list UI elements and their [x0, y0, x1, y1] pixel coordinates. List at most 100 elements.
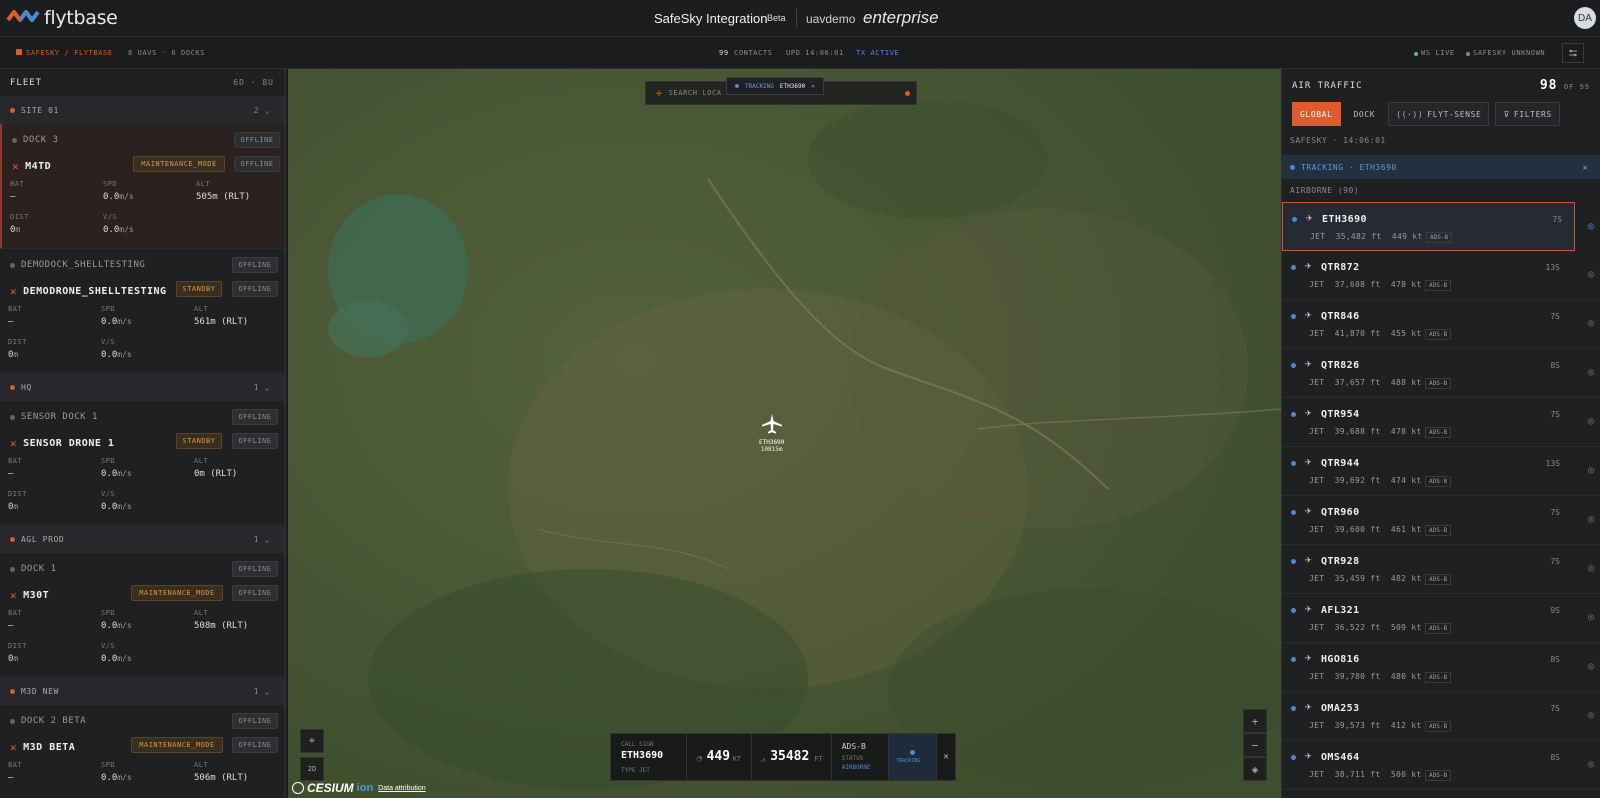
dock-card[interactable]: DOCK 2 BETA OFFLINE ✕ M3D BETA MAINTENANC… — [0, 705, 284, 798]
sliders-icon — [1569, 49, 1577, 57]
close-icon[interactable]: ✕ — [811, 83, 815, 90]
drone-name[interactable]: ✕ SENSOR DRONE 1 — [10, 437, 114, 450]
traffic-count: 98 OF 99 — [1539, 78, 1590, 93]
aircraft-row[interactable]: ✈ HGO816 8S JET 39,780 ft 480 kt ADS-B ◎ — [1282, 643, 1600, 692]
dock-card[interactable]: DEMODOCK_SHELLTESTING OFFLINE ✕ DEMODRONE… — [0, 249, 284, 374]
airplane-icon: ✈ — [1305, 308, 1312, 321]
aircraft-status-dot-icon — [1291, 363, 1296, 368]
site-group-header[interactable]: SITE 01 2 ⌄ — [0, 97, 284, 124]
locate-aircraft-icon[interactable]: ◎ — [1588, 318, 1594, 329]
site-group-header[interactable]: AGL PROD 1 ⌄ — [0, 526, 284, 553]
layers-button[interactable]: ◈ — [1243, 757, 1267, 781]
filters-button[interactable]: ⊽ FILTERS — [1495, 102, 1560, 126]
locate-aircraft-icon[interactable]: ◎ — [1588, 661, 1594, 672]
bat-label: BAT — [8, 457, 23, 465]
close-icon[interactable]: ✕ — [1583, 163, 1588, 172]
spd-value: 0.0m/s — [101, 773, 132, 783]
aircraft-row[interactable]: ✈ QTR826 8S JET 37,657 ft 488 kt ADS-B ◎ — [1282, 349, 1600, 398]
flytbase-logo[interactable]: flytbase — [6, 7, 118, 29]
tab-flyt-sense[interactable]: ((·)) FLYT-SENSE — [1388, 102, 1490, 126]
aircraft-row[interactable]: ✈ OMS464 8S JET 38,711 ft 500 kt ADS-B ◎ — [1282, 741, 1600, 790]
site-name: SITE 01 — [21, 105, 59, 115]
aircraft-details: JET 35,482 ft 449 kt — [1310, 232, 1423, 241]
aircraft-status-dot-icon — [1291, 510, 1296, 515]
dist-value: 0m — [8, 350, 19, 360]
locate-aircraft-icon[interactable]: ◎ — [1588, 563, 1594, 574]
dock-card[interactable]: DOCK 1 OFFLINE ✕ M30T MAINTENANCE_MODE OF… — [0, 553, 284, 678]
aircraft-row[interactable]: ✈ QTR846 7S JET 41,870 ft 455 kt ADS-B ◎ — [1282, 300, 1600, 349]
close-icon[interactable]: ✕ — [937, 734, 955, 780]
drone-status-badge: OFFLINE — [232, 433, 278, 449]
aircraft-marker[interactable]: ETH3690 10815m — [759, 413, 784, 453]
locate-aircraft-icon[interactable]: ◎ — [1588, 269, 1594, 280]
hud-tracking-button[interactable]: TRACKING — [889, 734, 938, 780]
aircraft-row[interactable]: ✈ QTR954 7S JET 39,688 ft 478 kt ADS-B ◎ — [1282, 398, 1600, 447]
alt-value: 561m (RLT) — [194, 317, 249, 327]
tracking-banner: TRACKING · ETH3690 ✕ — [1282, 155, 1600, 179]
locate-aircraft-icon[interactable]: ◎ — [1588, 221, 1594, 232]
site-group-header[interactable]: HQ 1 ⌄ — [0, 374, 284, 401]
tracking-hud: CALL SIGN ETH3690 TYPE JET ◔ 449 KT ⩘ 35… — [610, 733, 956, 781]
aircraft-callsign: OMA253 — [1321, 703, 1360, 714]
aircraft-row[interactable]: ✈ QTR944 13S JET 39,692 ft 474 kt ADS-B ◎ — [1282, 447, 1600, 496]
view-mode-button[interactable]: 2D — [300, 757, 324, 781]
dock-status-badge: OFFLINE — [232, 257, 278, 273]
tracking-chip[interactable]: TRACKING ETH3690 ✕ — [726, 77, 824, 95]
dock-status-dot-icon — [12, 137, 17, 143]
dock-card[interactable]: DOCK 3 OFFLINE ✕ M4TD MAINTENANCE_MODE OF… — [0, 124, 284, 249]
locate-aircraft-icon[interactable]: ◎ — [1588, 465, 1594, 476]
avatar[interactable]: DA — [1574, 7, 1596, 29]
dock-status-badge: OFFLINE — [232, 713, 278, 729]
locate-aircraft-icon[interactable]: ◎ — [1588, 367, 1594, 378]
drone-mode-badge: MAINTENANCE_MODE — [131, 737, 223, 753]
dock-card[interactable]: SENSOR DOCK 1 OFFLINE ✕ SENSOR DRONE 1 ST… — [0, 401, 284, 526]
aircraft-callsign: AFL321 — [1321, 605, 1360, 616]
map-view[interactable]: ✛ SEARCH LOCA TRACKING ETH3690 ✕ ETH3690… — [288, 69, 1281, 798]
alt-label: ALT — [194, 609, 209, 617]
zoom-out-button[interactable]: − — [1243, 733, 1267, 757]
vs-label: V/S — [101, 490, 116, 498]
zoom-in-button[interactable]: + — [1243, 709, 1267, 733]
recenter-button[interactable]: ⌖ — [300, 729, 324, 753]
spd-value: 0.0m/s — [101, 469, 132, 479]
aircraft-status-dot-icon — [1291, 461, 1296, 466]
aircraft-age: 8S — [1550, 753, 1560, 762]
data-attribution-link[interactable]: Data attribution — [378, 785, 425, 792]
drone-name[interactable]: ✕ DEMODRONE_SHELLTESTING — [10, 285, 167, 298]
tab-dock[interactable]: DOCK — [1347, 102, 1383, 126]
dist-label: DIST — [8, 490, 27, 498]
aircraft-details: JET 36,522 ft 509 kt — [1309, 623, 1422, 632]
locate-aircraft-icon[interactable]: ◎ — [1588, 514, 1594, 525]
dock-status-dot-icon — [10, 566, 15, 572]
airplane-icon: ✈ — [1305, 455, 1312, 468]
aircraft-row[interactable]: ✈ ETH3690 7S JET 35,482 ft 449 kt ADS-B ◎ — [1282, 202, 1594, 251]
drone-status-badge: OFFLINE — [232, 585, 278, 601]
hud-speed: ◔ 449 KT — [687, 734, 753, 780]
source-badge: ADS-B — [1425, 770, 1452, 781]
settings-button[interactable] — [1562, 43, 1584, 63]
drone-mode-badge: STANDBY — [176, 433, 222, 449]
locate-aircraft-icon[interactable]: ◎ — [1588, 612, 1594, 623]
aircraft-row[interactable]: ✈ QTR928 7S JET 35,459 ft 482 kt ADS-B ◎ — [1282, 545, 1600, 594]
hud-status: ADS-B STATUS AIRBORNE — [832, 734, 890, 780]
drone-icon: ✕ — [12, 160, 20, 173]
layers-icon: ◈ — [1251, 762, 1259, 776]
source-badge: ADS-B — [1425, 476, 1452, 487]
dock-name: DOCK 1 — [10, 564, 57, 574]
aircraft-row[interactable]: ✈ QTR960 7S JET 39,600 ft 461 kt ADS-B ◎ — [1282, 496, 1600, 545]
bat-value: — — [8, 621, 14, 631]
drone-name[interactable]: ✕ M30T — [10, 589, 49, 602]
site-group-header[interactable]: M3D NEW 1 ⌄ — [0, 678, 284, 705]
traffic-tabs: GLOBAL DOCK ((·)) FLYT-SENSE ⊽ FILTERS — [1282, 102, 1600, 126]
aircraft-age: 8S — [1550, 655, 1560, 664]
drone-name[interactable]: ✕ M3D BETA — [10, 741, 75, 754]
locate-aircraft-icon[interactable]: ◎ — [1588, 710, 1594, 721]
source-badge: ADS-B — [1425, 672, 1452, 683]
locate-aircraft-icon[interactable]: ◎ — [1588, 759, 1594, 770]
aircraft-row[interactable]: ✈ AFL321 9S JET 36,522 ft 509 kt ADS-B ◎ — [1282, 594, 1600, 643]
drone-name[interactable]: ✕ M4TD — [12, 160, 51, 173]
locate-aircraft-icon[interactable]: ◎ — [1588, 416, 1594, 427]
tab-global[interactable]: GLOBAL — [1292, 102, 1341, 126]
aircraft-row[interactable]: ✈ OMA253 7S JET 39,573 ft 412 kt ADS-B ◎ — [1282, 692, 1600, 741]
aircraft-row[interactable]: ✈ QTR872 13S JET 37,608 ft 478 kt ADS-B ◎ — [1282, 251, 1600, 300]
